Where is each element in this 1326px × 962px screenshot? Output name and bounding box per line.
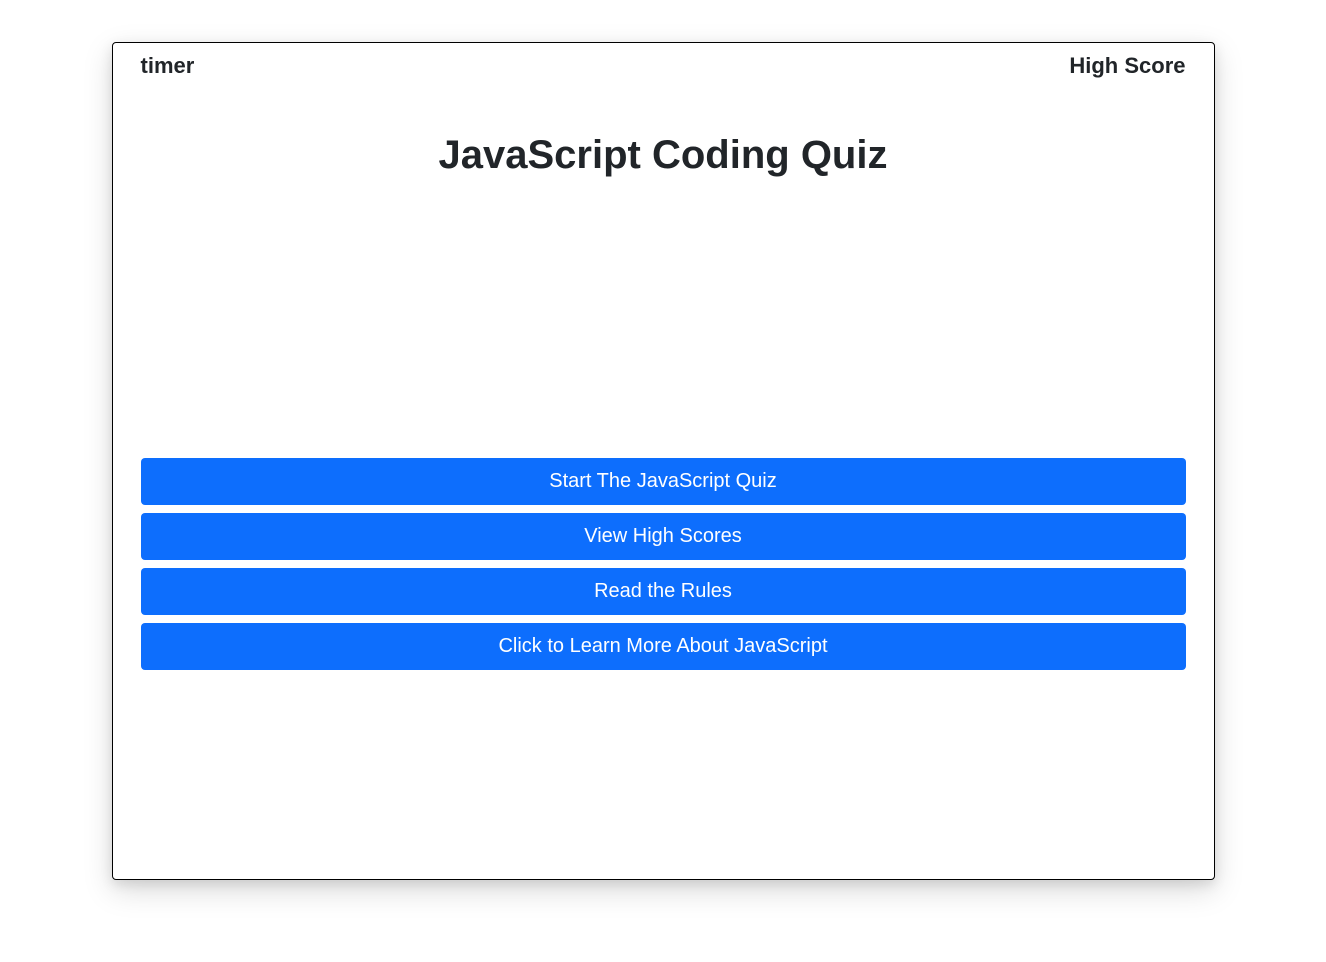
view-scores-button[interactable]: View High Scores — [141, 513, 1186, 560]
start-quiz-button[interactable]: Start The JavaScript Quiz — [141, 458, 1186, 505]
learn-more-button[interactable]: Click to Learn More About JavaScript — [141, 623, 1186, 670]
timer-label: timer — [141, 53, 195, 79]
button-group: Start The JavaScript Quiz View High Scor… — [141, 458, 1186, 670]
read-rules-button[interactable]: Read the Rules — [141, 568, 1186, 615]
header-row: timer High Score — [141, 53, 1186, 79]
quiz-card: timer High Score JavaScript Coding Quiz … — [112, 42, 1215, 880]
page-title: JavaScript Coding Quiz — [141, 133, 1186, 178]
high-score-link[interactable]: High Score — [1069, 53, 1185, 79]
